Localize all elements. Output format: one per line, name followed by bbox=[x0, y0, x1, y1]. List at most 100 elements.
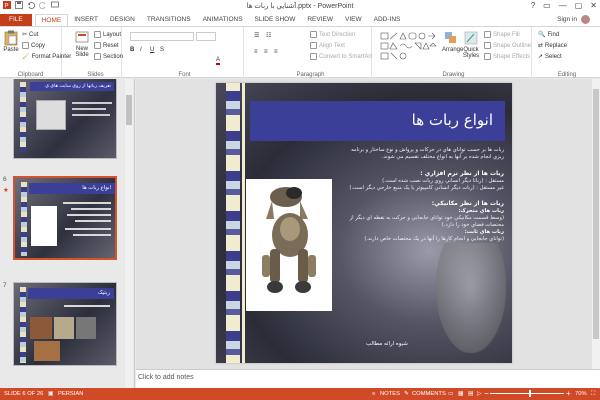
editing-group-label: Editing bbox=[557, 72, 577, 78]
select-label: Select bbox=[545, 53, 562, 60]
ribbon-display-button[interactable]: ▭ bbox=[543, 1, 551, 10]
convert-smartart-button[interactable]: Convert to SmartArt bbox=[310, 53, 372, 60]
slide-title[interactable]: انواع ربات ها bbox=[412, 111, 493, 129]
numbering-button[interactable]: ☷ bbox=[266, 32, 271, 39]
current-slide[interactable]: انواع ربات ها ربات ها بر حسب تواناي هاي … bbox=[216, 83, 512, 363]
slide-sorter-view-icon[interactable]: ▦ bbox=[458, 391, 463, 397]
align-text-label: Align Text bbox=[319, 42, 345, 49]
sign-in[interactable]: Sign in bbox=[557, 15, 590, 24]
thumbnail-scrollbar-thumb[interactable] bbox=[126, 95, 132, 125]
slide-thumbnail-5[interactable]: تعريف رباتها از روي سايت هاي ي bbox=[13, 79, 117, 159]
paste-button[interactable]: Paste bbox=[2, 30, 20, 53]
help-button[interactable]: ? bbox=[531, 1, 535, 10]
shape-fill-button[interactable]: Shape Fill bbox=[484, 31, 520, 38]
slideshow-view-icon[interactable]: ▷ bbox=[477, 391, 481, 397]
italic-icon: I bbox=[140, 47, 142, 53]
align-center-button[interactable]: ≡ bbox=[264, 49, 268, 55]
copy-button[interactable]: Copy bbox=[22, 42, 45, 49]
reset-label: Reset bbox=[103, 42, 119, 49]
tab-animations[interactable]: ANIMATIONS bbox=[197, 14, 249, 26]
tab-insert[interactable]: INSERT bbox=[68, 14, 104, 26]
format-painter-button[interactable]: 🖌 Format Painter bbox=[22, 53, 72, 61]
bold-button[interactable]: B bbox=[130, 47, 134, 53]
spell-check-icon[interactable]: ▣ bbox=[48, 391, 53, 397]
thumbnail-text-line bbox=[72, 114, 110, 116]
title-bar: P ﺁشنايي با ربات ها.pptx - PowerPoint ? … bbox=[0, 0, 600, 12]
pen-outline-icon bbox=[484, 42, 491, 49]
font-name-input[interactable] bbox=[130, 32, 194, 41]
comments-toggle-button[interactable]: COMMENTS bbox=[412, 391, 446, 397]
minimize-button[interactable]: — bbox=[559, 1, 567, 10]
align-left-button[interactable]: ≡ bbox=[254, 49, 258, 55]
bold-icon: B bbox=[130, 47, 135, 53]
fit-to-window-icon[interactable]: ⛶ bbox=[591, 391, 595, 398]
tab-transitions[interactable]: TRANSITIONS bbox=[141, 14, 197, 26]
scissors-icon: ✂ bbox=[22, 32, 28, 38]
maximize-button[interactable]: ▢ bbox=[575, 1, 583, 10]
shape-effects-button[interactable]: Shape Effects bbox=[484, 53, 530, 60]
new-slide-button[interactable]: New Slide bbox=[73, 30, 91, 58]
shape-outline-button[interactable]: Shape Outline bbox=[484, 42, 531, 49]
shapes-gallery-icon[interactable] bbox=[380, 31, 440, 61]
slide-number-7: 7 bbox=[3, 282, 7, 289]
editor-vertical-scrollbar[interactable] bbox=[592, 79, 600, 369]
tab-slide-show[interactable]: SLIDE SHOW bbox=[249, 14, 302, 26]
tab-home[interactable]: HOME bbox=[34, 14, 69, 26]
language-indicator[interactable]: PERSIAN bbox=[58, 391, 83, 397]
font-color-button[interactable]: A bbox=[216, 57, 221, 65]
zoom-level[interactable]: 70% bbox=[575, 391, 587, 397]
notes-pane[interactable]: Click to add notes bbox=[136, 369, 600, 388]
zoom-slider[interactable] bbox=[490, 393, 564, 394]
notes-toggle-button[interactable]: NOTES bbox=[380, 391, 400, 397]
tab-add-ins[interactable]: ADD-INS bbox=[368, 14, 407, 26]
sign-in-label[interactable]: Sign in bbox=[557, 16, 577, 23]
thumbnail-scrollbar[interactable] bbox=[125, 79, 133, 388]
font-size-input[interactable] bbox=[196, 32, 216, 41]
bullets-button[interactable]: ☰ bbox=[254, 32, 259, 39]
mobile-robots-heading: ربات هاي متحرک: bbox=[458, 208, 504, 214]
thumbnail-robot-image bbox=[31, 206, 57, 246]
notes-placeholder[interactable]: Click to add notes bbox=[138, 374, 194, 381]
reading-view-icon[interactable]: ▤ bbox=[468, 391, 473, 397]
align-right-button[interactable]: ≡ bbox=[274, 49, 278, 55]
slide-thumbnail-7[interactable]: ربتيک bbox=[13, 282, 117, 366]
thumbnail-title: تعريف رباتها از روي سايت هاي ي bbox=[30, 82, 114, 91]
notes-toggle-icon: ≡ bbox=[372, 391, 376, 397]
arrange-button[interactable]: Arrange bbox=[442, 31, 463, 53]
section-button[interactable]: Section bbox=[94, 53, 123, 60]
tab-review[interactable]: REVIEW bbox=[301, 14, 339, 26]
editor-scrollbar-thumb[interactable] bbox=[593, 89, 599, 339]
select-button[interactable]: ➚ Select bbox=[538, 53, 562, 61]
window-controls: ? ▭ — ▢ ✕ bbox=[531, 1, 597, 10]
slide-intro-text[interactable]: ربات ها بر حسب تواناي هاي در حرکات و پرو… bbox=[316, 147, 504, 161]
slide-thumbnail-panel: تعريف رباتها از روي سايت هاي ي 6 ★ انواع… bbox=[0, 79, 135, 388]
tab-design[interactable]: DESIGN bbox=[104, 14, 141, 26]
shape-outline-label: Shape Outline bbox=[493, 42, 532, 49]
robot-dog-image[interactable] bbox=[246, 179, 332, 311]
slide-thumbnail-6[interactable]: انواع ربات ها bbox=[13, 176, 117, 260]
intro-line-2: ريزي انجام شده بر آنها به انواع مختلف تق… bbox=[381, 154, 504, 160]
shadow-button[interactable]: S bbox=[160, 47, 164, 53]
italic-button[interactable]: I bbox=[140, 47, 142, 53]
find-button[interactable]: 🔍 Find bbox=[538, 31, 559, 39]
normal-view-icon[interactable]: ▭ bbox=[448, 391, 453, 397]
cut-button[interactable]: ✂ Cut bbox=[22, 31, 38, 39]
layout-button[interactable]: Layout bbox=[94, 31, 121, 38]
replace-button[interactable]: ⇄ Replace bbox=[538, 42, 567, 50]
thumbnail-photo bbox=[34, 341, 60, 361]
avatar[interactable] bbox=[581, 15, 590, 24]
quick-styles-button[interactable]: Quick Styles bbox=[462, 31, 480, 59]
thumbnail-stripe-decoration bbox=[21, 182, 27, 256]
reset-button[interactable]: Reset bbox=[94, 42, 119, 49]
zoom-out-button[interactable]: − bbox=[484, 389, 489, 398]
text-direction-button[interactable]: Text Direction bbox=[310, 31, 355, 38]
close-button[interactable]: ✕ bbox=[590, 1, 597, 10]
zoom-slider-thumb[interactable] bbox=[529, 390, 531, 397]
align-text-button[interactable]: Align Text bbox=[310, 42, 345, 49]
format-painter-label: Format Painter bbox=[31, 53, 72, 60]
slide-body-text[interactable]: ربات ها از نظر نرم افزاري : مستقل : (ربا… bbox=[346, 167, 504, 243]
underline-button[interactable]: U bbox=[150, 47, 154, 53]
tab-file[interactable]: FILE bbox=[0, 14, 32, 26]
tab-view[interactable]: VIEW bbox=[339, 14, 368, 26]
zoom-in-button[interactable]: + bbox=[566, 389, 571, 398]
